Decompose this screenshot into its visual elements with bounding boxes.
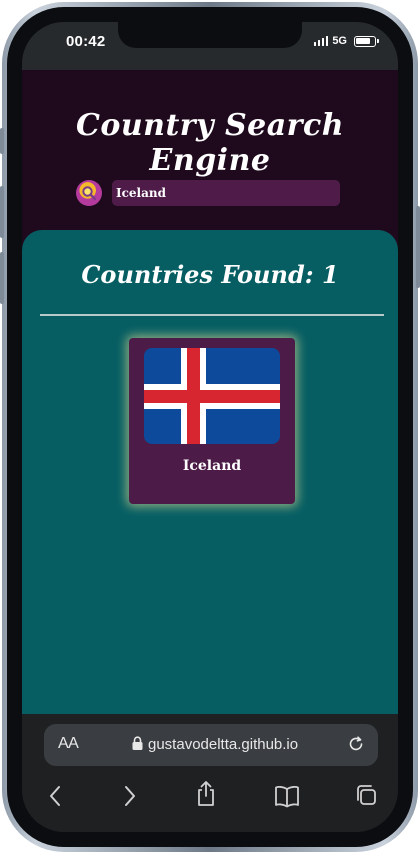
- country-name: Iceland: [182, 458, 242, 474]
- page-title: Country Search Engine: [75, 108, 345, 178]
- search-magnifier-icon[interactable]: [76, 180, 102, 206]
- power-button: [416, 206, 420, 288]
- search-input[interactable]: Iceland: [112, 180, 340, 206]
- share-icon[interactable]: [194, 779, 218, 809]
- results-count-heading: Countries Found: 1: [81, 260, 339, 289]
- volume-up-button: [0, 186, 4, 238]
- status-indicators: 5G: [313, 35, 379, 47]
- forward-icon[interactable]: [119, 782, 139, 810]
- reload-icon[interactable]: [346, 734, 366, 754]
- address-bar[interactable]: AA gustavodeltta.github.io: [44, 724, 378, 766]
- tabs-icon[interactable]: [354, 782, 380, 810]
- site-header: Country Search Engine Iceland: [22, 70, 398, 240]
- browser-nav-row: [22, 776, 398, 816]
- status-time: 00:42: [66, 33, 106, 50]
- lock-icon: [132, 736, 143, 750]
- iceland-flag-icon: [144, 348, 280, 444]
- url-text: gustavodeltta.github.io: [148, 736, 299, 753]
- bookmarks-icon[interactable]: [273, 782, 301, 810]
- country-card[interactable]: Iceland: [129, 338, 295, 504]
- search-bar: Iceland: [76, 180, 340, 206]
- results-section: Countries Found: 1 Iceland: [22, 230, 398, 730]
- back-icon[interactable]: [46, 782, 66, 810]
- phone-screen: 00:42 5G Country Search Engine Iceland C…: [22, 22, 398, 832]
- reader-aa-button[interactable]: AA: [58, 735, 79, 753]
- notch: [118, 22, 302, 48]
- volume-down-button: [0, 252, 4, 304]
- status-bar: 00:42 5G: [22, 22, 398, 70]
- divider: [40, 314, 384, 316]
- browser-toolbar: AA gustavodeltta.github.io: [22, 714, 398, 832]
- cellular-signal-icon: [313, 36, 329, 46]
- battery-icon: [354, 35, 379, 47]
- mute-switch: [0, 128, 4, 154]
- network-type: 5G: [332, 35, 347, 47]
